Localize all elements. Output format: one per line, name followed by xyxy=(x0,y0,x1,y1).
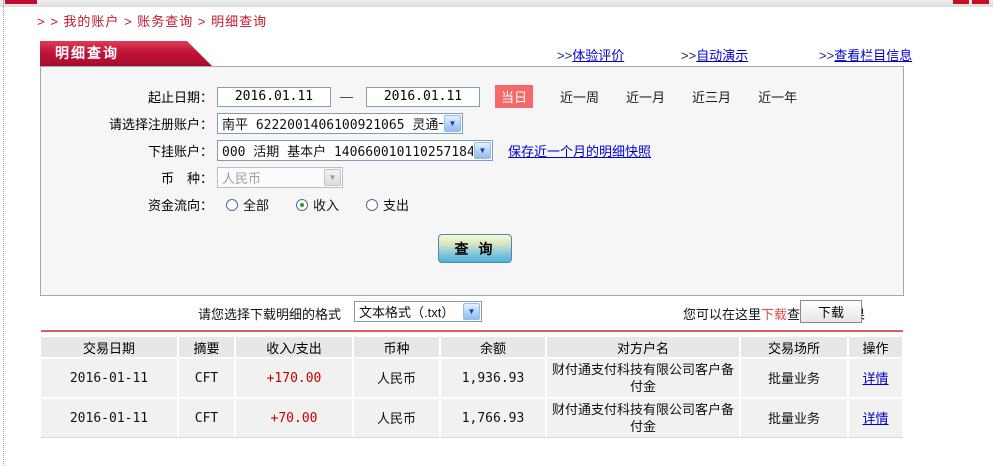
transaction-table: 交易日期 摘要 收入/支出 币种 余额 对方户名 交易场所 操作 2016-01… xyxy=(41,337,902,437)
experience-review-link[interactable]: >>体验评价 xyxy=(557,45,624,64)
col-header-action: 操作 xyxy=(849,337,902,357)
table-row-1-currency: 人民币 xyxy=(354,359,439,397)
download-button[interactable]: 下载 xyxy=(800,300,862,323)
radio-income[interactable]: 收入 xyxy=(296,195,339,214)
end-date-input[interactable] xyxy=(366,87,480,107)
cutoff-red-fragment-right xyxy=(953,0,969,4)
query-button[interactable]: 查 询 xyxy=(438,234,512,263)
auto-demo-link-text[interactable]: 自动演示 xyxy=(696,48,748,63)
sub-account-value: 000 活期 基本户 1406600101102571848 xyxy=(218,141,473,160)
chevron-down-icon[interactable]: ▼ xyxy=(463,303,480,320)
breadcrumb-item-account-query[interactable]: 账务查询 xyxy=(137,14,193,29)
red-divider-line xyxy=(41,330,903,332)
table-row-2-balance: 1,766.93 xyxy=(441,399,545,437)
table-row-2-venue: 批量业务 xyxy=(741,399,847,437)
col-header-balance: 余额 xyxy=(441,337,545,357)
save-snapshot-link[interactable]: 保存近一个月的明细快照 xyxy=(508,141,651,160)
chevron-down-icon: ▼ xyxy=(324,169,341,186)
quick-range-week[interactable]: 近一周 xyxy=(560,87,599,106)
auto-demo-link[interactable]: >>自动演示 xyxy=(681,45,748,64)
table-row-1-venue: 批量业务 xyxy=(741,359,847,397)
download-row: 请您选择下载明细的格式 文本格式（.txt） ▼ 您可以在这里下载查询明细结果 … xyxy=(40,297,904,327)
top-links-bar: >>体验评价 >>自动演示 >>查看栏目信息 xyxy=(0,45,904,61)
table-row-2-amount: +70.00 xyxy=(236,399,352,437)
link-arrows: >> xyxy=(819,48,834,63)
table-row-2-date: 2016-01-11 xyxy=(41,399,177,437)
radio-expense[interactable]: 支出 xyxy=(366,195,409,214)
col-header-venue: 交易场所 xyxy=(741,337,847,357)
download-hint-prefix: 您可以在这里 xyxy=(683,307,761,322)
col-header-summary: 摘要 xyxy=(179,337,234,357)
quick-range-month[interactable]: 近一月 xyxy=(626,87,665,106)
sub-account-select[interactable]: 000 活期 基本户 1406600101102571848 ▼ xyxy=(217,140,493,161)
query-form-panel: 起止日期： — 当日 近一周 近一月 近三月 近一年 请选择注册账户： 南平 6… xyxy=(40,66,904,296)
register-account-label: 请选择注册账户： xyxy=(41,114,213,133)
experience-review-link-text[interactable]: 体验评价 xyxy=(572,48,624,63)
download-format-label: 请您选择下载明细的格式 xyxy=(198,304,341,323)
cutoff-red-fragment-right xyxy=(972,0,989,4)
quick-range-quarter[interactable]: 近三月 xyxy=(692,87,731,106)
link-arrows: >> xyxy=(557,48,572,63)
currency-label: 币 种： xyxy=(41,168,213,187)
fund-flow-radio-group: 全部 收入 支出 xyxy=(226,195,409,214)
col-header-currency: 币种 xyxy=(354,337,439,357)
date-range-row: 起止日期： — 当日 近一周 近一月 近三月 近一年 xyxy=(41,86,903,107)
table-row-1-detail-link[interactable]: 详情 xyxy=(862,370,888,387)
view-column-info-link[interactable]: >>查看栏目信息 xyxy=(819,45,912,64)
view-column-info-link-text[interactable]: 查看栏目信息 xyxy=(834,48,912,63)
register-account-row: 请选择注册账户： 南平 6222001406100921065 灵通卡 ▼ xyxy=(41,113,903,134)
table-row-1-counterparty: 财付通支付科技有限公司客户备付金 xyxy=(547,359,739,397)
breadcrumb-item-my-account[interactable]: 我的账户 xyxy=(63,14,119,29)
quick-range-today-badge[interactable]: 当日 xyxy=(495,85,533,108)
table-row-2-currency: 人民币 xyxy=(354,399,439,437)
fund-flow-row: 资金流向： 全部 收入 支出 xyxy=(41,194,903,215)
link-arrows: >> xyxy=(681,48,696,63)
table-row-2-counterparty: 财付通支付科技有限公司客户备付金 xyxy=(547,399,739,437)
date-range-separator: — xyxy=(340,89,353,104)
col-header-date: 交易日期 xyxy=(41,337,177,357)
chevron-down-icon[interactable]: ▼ xyxy=(474,142,491,159)
col-header-amount: 收入/支出 xyxy=(236,337,352,357)
left-dotted-border xyxy=(3,0,4,466)
sub-account-row: 下挂账户： 000 活期 基本户 1406600101102571848 ▼ 保… xyxy=(41,140,903,161)
radio-circle-icon[interactable] xyxy=(226,199,238,211)
date-range-label: 起止日期： xyxy=(41,87,213,106)
breadcrumb-item-detail-query[interactable]: 明细查询 xyxy=(211,14,267,29)
radio-circle-icon[interactable] xyxy=(296,199,308,211)
currency-value: 人民币 xyxy=(218,168,261,187)
table-row-2-summary: CFT xyxy=(179,399,234,437)
download-inline-link[interactable]: 下载 xyxy=(761,307,787,322)
currency-select-disabled: 人民币 ▼ xyxy=(217,167,343,188)
register-account-select[interactable]: 南平 6222001406100921065 灵通卡 ▼ xyxy=(217,113,463,134)
sub-account-label: 下挂账户： xyxy=(41,141,213,160)
radio-all-label: 全部 xyxy=(243,195,269,214)
breadcrumb-separator: > xyxy=(124,14,133,29)
table-row-1-date: 2016-01-11 xyxy=(41,359,177,397)
radio-circle-icon[interactable] xyxy=(366,199,378,211)
chevron-down-icon[interactable]: ▼ xyxy=(444,115,461,132)
table-row-1-summary: CFT xyxy=(179,359,234,397)
currency-row: 币 种： 人民币 ▼ xyxy=(41,167,903,188)
bottom-divider-line xyxy=(41,437,903,438)
breadcrumb: > > 我的账户 > 账务查询 > 明细查询 xyxy=(37,11,267,30)
col-header-counterparty: 对方户名 xyxy=(547,337,739,357)
cutoff-red-fragment-left xyxy=(5,0,37,4)
download-format-select[interactable]: 文本格式（.txt） ▼ xyxy=(354,301,482,322)
register-account-value: 南平 6222001406100921065 灵通卡 xyxy=(218,114,443,133)
radio-expense-label: 支出 xyxy=(383,195,409,214)
fund-flow-label: 资金流向： xyxy=(41,195,213,214)
table-row-1-amount: +170.00 xyxy=(236,359,352,397)
quick-range-year[interactable]: 近一年 xyxy=(758,87,797,106)
start-date-input[interactable] xyxy=(217,87,331,107)
radio-all[interactable]: 全部 xyxy=(226,195,269,214)
download-format-value: 文本格式（.txt） xyxy=(355,302,454,321)
table-row-1-balance: 1,936.93 xyxy=(441,359,545,397)
radio-income-label: 收入 xyxy=(313,195,339,214)
breadcrumb-separator: > xyxy=(198,14,207,29)
table-row-2-detail-link[interactable]: 详情 xyxy=(862,410,888,427)
breadcrumb-prefix: > > xyxy=(37,14,59,29)
top-gradient-strip xyxy=(0,0,993,7)
